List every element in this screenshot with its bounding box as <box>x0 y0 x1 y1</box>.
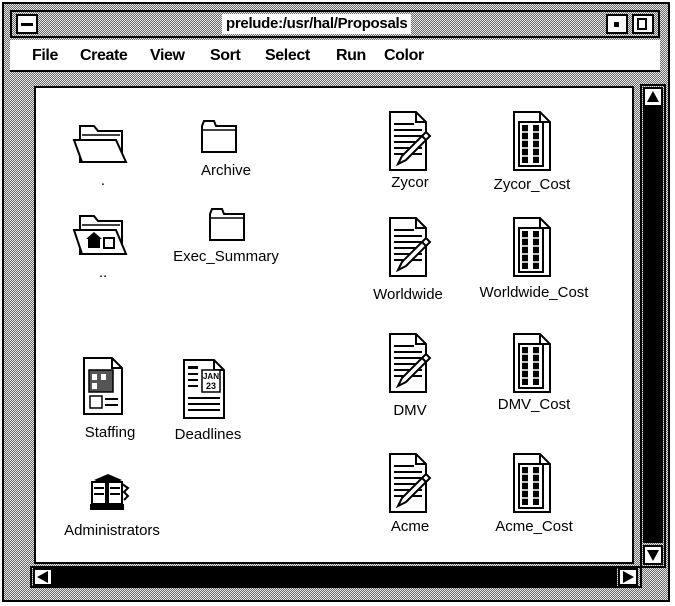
icon-label: Archive <box>200 162 252 179</box>
horizontal-scrollbar[interactable] <box>30 566 642 588</box>
pencil-document-icon <box>389 453 432 513</box>
menu-bar: File Create View Sort Select Run Color <box>10 40 660 72</box>
arrow-up-icon <box>647 91 659 102</box>
title-bar[interactable]: prelude:/usr/hal/Proposals <box>10 10 660 38</box>
icon-label: Administrators <box>64 522 160 539</box>
arrow-left-icon <box>37 571 48 583</box>
cost-sheet-icon <box>513 111 551 171</box>
folder-icon <box>209 208 245 241</box>
vertical-scroll-thumb[interactable] <box>643 107 663 543</box>
maximize-button[interactable] <box>632 14 654 34</box>
menu-file[interactable]: File <box>32 47 58 65</box>
pencil-document-icon <box>389 217 432 277</box>
scroll-left-button[interactable] <box>33 568 53 586</box>
menu-run[interactable]: Run <box>336 47 366 65</box>
icon-label: . <box>100 172 106 189</box>
parent-folder-icon <box>72 215 128 255</box>
cost-sheet-icon <box>513 453 551 513</box>
icon-label: Acme_Cost <box>495 518 573 535</box>
scroll-right-button[interactable] <box>618 568 638 586</box>
icon-label: Acme <box>390 518 430 535</box>
icon-label: DMV <box>393 402 427 419</box>
icon-label: Zycor_Cost <box>493 176 571 193</box>
icon-label: Exec_Summary <box>173 248 279 265</box>
cost-sheet-icon <box>513 333 551 393</box>
arrow-right-icon <box>623 571 634 583</box>
horizontal-scroll-thumb[interactable] <box>53 568 617 586</box>
open-folder-icon <box>72 125 128 163</box>
icon-label: Deadlines <box>174 426 242 443</box>
scroll-down-button[interactable] <box>643 545 663 565</box>
calendar-month: JAN <box>203 372 219 381</box>
cost-sheet-icon <box>513 217 551 277</box>
icon-view-pane: . .. Archive Exec_Summary Staffing JAN 2… <box>34 86 634 564</box>
administrators-icon <box>90 474 130 510</box>
icon-label: Worldwide <box>373 286 443 303</box>
menu-view[interactable]: View <box>150 47 185 65</box>
scroll-up-button[interactable] <box>643 87 663 107</box>
icon-label: Worldwide_Cost <box>479 284 589 301</box>
icon-label: Zycor <box>391 174 429 191</box>
pencil-document-icon <box>389 111 432 171</box>
icon-label: .. <box>98 264 108 281</box>
menu-create[interactable]: Create <box>80 47 128 65</box>
folder-icon <box>201 120 237 153</box>
minimize-button[interactable] <box>606 14 628 34</box>
staffing-document-icon <box>83 357 123 415</box>
icon-label: Staffing <box>84 424 136 441</box>
pencil-document-icon <box>389 333 432 393</box>
calendar-day: 23 <box>206 381 216 391</box>
menu-sort[interactable]: Sort <box>210 47 241 65</box>
menu-select[interactable]: Select <box>265 47 310 65</box>
icon-label: DMV_Cost <box>497 396 571 413</box>
menu-color[interactable]: Color <box>384 47 424 65</box>
vertical-scrollbar[interactable] <box>640 84 666 568</box>
calendar-document-icon: JAN 23 <box>183 359 225 419</box>
window-menu-button[interactable] <box>16 14 38 34</box>
window-title: prelude:/usr/hal/Proposals <box>222 14 412 34</box>
arrow-down-icon <box>647 550 659 561</box>
